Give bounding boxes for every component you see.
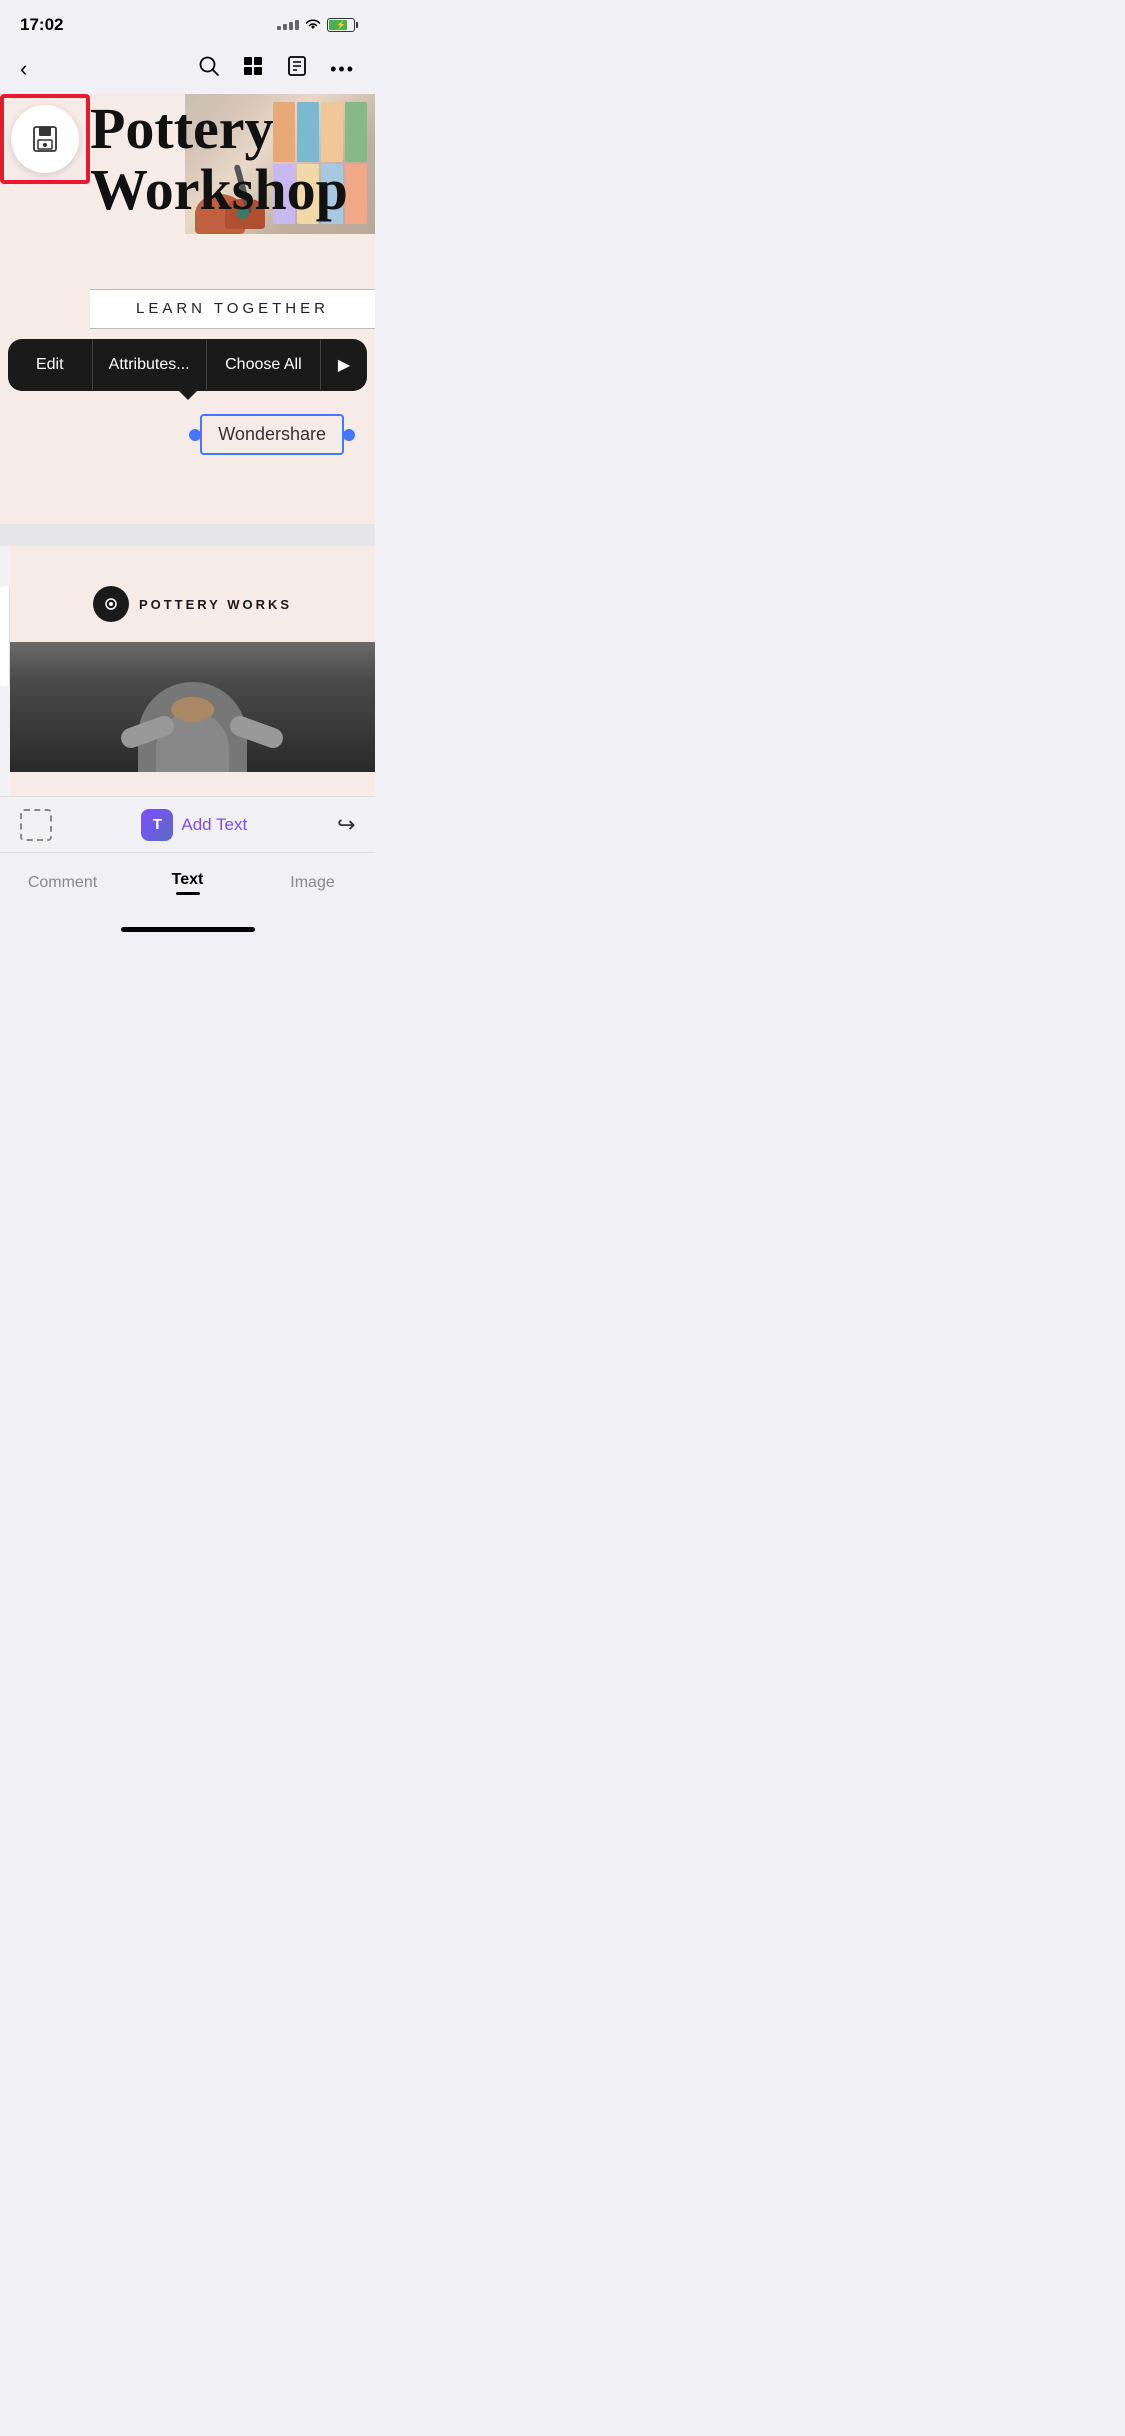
save-button[interactable] — [11, 105, 79, 173]
context-menu-tail — [179, 391, 197, 400]
add-text-icon: T — [141, 809, 173, 841]
context-edit-button[interactable]: Edit — [8, 340, 93, 390]
context-choose-all-button[interactable]: Choose All — [207, 340, 321, 390]
battery-icon: ⚡ — [327, 18, 355, 32]
pottery-photo — [10, 642, 375, 772]
home-indicator — [0, 912, 375, 946]
workshop-title-area: Pottery Workshop — [90, 94, 375, 294]
search-icon[interactable] — [198, 55, 220, 83]
tab-bar: Comment Text Image — [0, 852, 375, 912]
add-text-toolbar: T Add Text ↩ — [0, 796, 375, 852]
tab-comment[interactable]: Comment — [0, 866, 125, 900]
context-menu: Edit Attributes... Choose All ▶ — [8, 339, 367, 391]
add-text-label: Add Text — [181, 815, 247, 835]
selected-text-box: Wondershare — [200, 414, 344, 455]
brand-name-text: POTTERY WORKS — [139, 597, 292, 612]
handle-left[interactable] — [189, 429, 201, 441]
selected-text-area: Wondershare — [189, 414, 355, 455]
tab-comment-label: Comment — [28, 874, 97, 892]
left-page-edge — [0, 586, 10, 686]
wifi-icon — [305, 18, 321, 33]
status-time: 17:02 — [20, 15, 63, 35]
page-separator — [0, 524, 375, 546]
logo-icon — [93, 586, 129, 622]
toolbar: ‹ ••• — [0, 44, 375, 94]
add-text-button[interactable]: T Add Text — [141, 809, 247, 841]
tab-image[interactable]: Image — [250, 866, 375, 900]
notes-icon[interactable] — [286, 55, 308, 83]
clay-piece — [171, 697, 215, 722]
tab-active-indicator — [176, 892, 200, 895]
status-bar: 17:02 ⚡ — [0, 0, 375, 44]
context-more-button[interactable]: ▶ — [321, 339, 367, 391]
grid-view-icon[interactable] — [242, 55, 264, 83]
pottery-title: Pottery Workshop — [90, 99, 348, 221]
tab-text-label: Text — [172, 871, 204, 889]
undo-button[interactable]: ↩ — [337, 812, 355, 838]
learn-together-text: LEARN TOGETHER — [136, 300, 329, 317]
tab-text[interactable]: Text — [125, 863, 250, 903]
selection-tool-button[interactable] — [20, 809, 52, 841]
pottery-works-logo: POTTERY WORKS — [10, 546, 375, 642]
signal-icon — [277, 20, 299, 30]
handle-right[interactable] — [343, 429, 355, 441]
save-button-container — [0, 94, 90, 184]
more-options-icon[interactable]: ••• — [330, 59, 355, 80]
canvas-page2: POTTERY WORKS — [10, 546, 375, 796]
back-button[interactable]: ‹ — [20, 56, 27, 82]
toolbar-right: ••• — [198, 55, 355, 83]
tab-image-label: Image — [290, 874, 334, 892]
context-attributes-button[interactable]: Attributes... — [93, 340, 207, 390]
learn-together-banner: LEARN TOGETHER — [90, 289, 375, 329]
home-bar — [121, 927, 255, 932]
status-icons: ⚡ — [277, 18, 355, 33]
toolbar-left: ‹ — [20, 56, 27, 82]
